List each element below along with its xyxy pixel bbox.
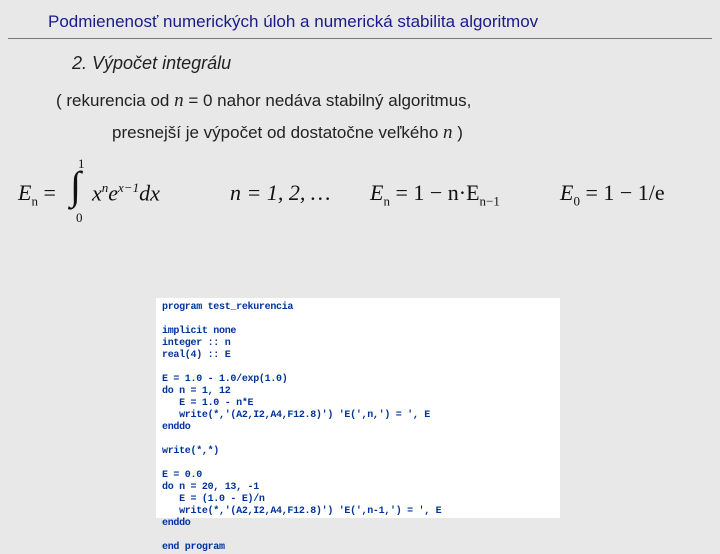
recurrence: En = 1 − n·En−1 [370,180,500,209]
code-l15: E = 0.0 [162,470,202,481]
p1-a: ( rekurencia od [56,91,174,110]
integrand-dx: dx [139,180,160,205]
p2-b: ) [453,123,463,142]
integral-icon: ∫ [70,166,81,206]
paragraph-2: presnejší je výpočet od dostatočne veľké… [0,112,720,144]
rec-E: E [370,180,383,205]
code-l1: program test_rekurencia [162,302,293,313]
title-text: Podmienenosť numerických úloh a numerick… [48,12,538,31]
code-l8: do n = 1, 12 [162,386,230,397]
code-l18: write(*,'(A2,I2,A4,F12.8)') 'E(',n-1,') … [162,506,441,517]
rec-body: = 1 − n·E [395,180,479,205]
e0: E0 = 1 − 1/e [560,180,665,209]
integrand-eexp: x−1 [118,180,139,195]
p2-n: n [443,122,453,143]
p2-a: presnejší je výpočet od dostatočne veľké… [112,123,443,142]
section-num: 2. [72,53,87,73]
e0-sub: 0 [573,193,580,208]
n-range: n = 1, 2, … [230,180,330,206]
code-l4: integer :: n [162,338,230,349]
rec-sub: n−1 [480,193,500,208]
sym-n: n [31,193,38,208]
int-lo: 0 [76,210,83,226]
integrand-e: e [108,180,118,205]
e0-E: E [560,180,573,205]
code-l19: enddo [162,518,191,529]
p1-b: = 0 nahor nedáva stabilný algoritmus, [184,91,472,110]
e0-body: = 1 − 1/e [585,180,664,205]
code-l17: E = (1.0 - E)/n [162,494,265,505]
code-l21: end program [162,542,225,553]
code-l10: write(*,'(A2,I2,A4,F12.8)') 'E(',n,') = … [162,410,430,421]
sym-E: E [18,180,31,205]
p1-n: n [174,90,184,111]
section-title: Výpočet integrálu [92,53,231,73]
en-lhs: En = [18,180,56,209]
paragraph-1: ( rekurencia od n = 0 nahor nedáva stabi… [0,74,720,112]
code-l9: E = 1.0 - n*E [162,398,253,409]
code-l3: implicit none [162,326,236,337]
section-heading: 2. Výpočet integrálu [0,39,720,74]
integrand: xnex−1dx [92,180,160,206]
math-row: En = 1 ∫ 0 xnex−1dx n = 1, 2, … En = 1 −… [0,158,720,236]
code-l11: enddo [162,422,191,433]
integrand-x: x [92,180,102,205]
eq1: = [43,180,55,205]
code-l13: write(*,*) [162,446,219,457]
page-title: Podmienenosť numerických úloh a numerick… [8,0,712,39]
code-l5: real(4) :: E [162,350,230,361]
code-listing: program test_rekurencia implicit none in… [156,298,560,518]
code-l7: E = 1.0 - 1.0/exp(1.0) [162,374,287,385]
code-l16: do n = 20, 13, -1 [162,482,259,493]
rec-n: n [383,193,390,208]
